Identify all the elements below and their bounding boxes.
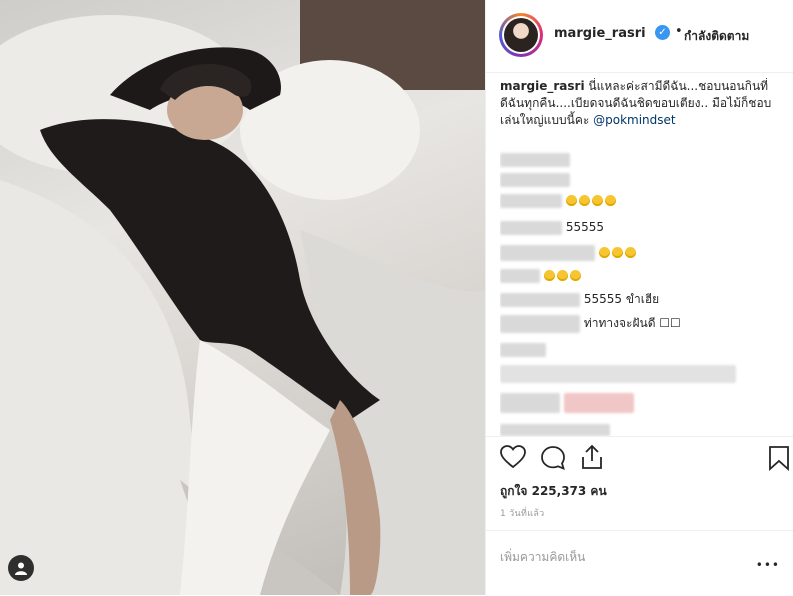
emoji-group [598, 245, 638, 259]
blurred-username [500, 423, 610, 436]
comment-icon[interactable] [540, 445, 566, 471]
blurred-username [500, 244, 595, 261]
following-button[interactable]: กำลังติดตาม [684, 27, 749, 46]
caption-mention[interactable]: @pokmindset [593, 113, 676, 127]
comments-list[interactable]: margie_rasri นี่แหละค่ะสามีดีฉัน...ชอบนอ… [500, 78, 784, 436]
comment-row [500, 150, 570, 168]
comment-row: 55555 ขำเฮีย [500, 290, 659, 308]
blurred-username [500, 152, 570, 167]
user-tag-button[interactable] [8, 555, 34, 581]
share-icon[interactable] [580, 443, 604, 471]
post-header: margie_rasri ✓ • กำลังติดตาม [486, 0, 793, 73]
post-actions: ถูกใจ 225,373 คน 1 วันที่แล้ว [486, 436, 793, 537]
instagram-post: margie_rasri ✓ • กำลังติดตาม margie_rasr… [0, 0, 793, 595]
comment-row [500, 420, 610, 436]
post-timestamp[interactable]: 1 วันที่แล้ว [500, 506, 545, 520]
blurred-username [500, 193, 562, 208]
blurred-username [500, 314, 580, 333]
comment-row [500, 266, 583, 284]
add-comment-section: เพิ่มความคิดเห็น ••• [486, 530, 793, 596]
caption-username[interactable]: margie_rasri [500, 79, 585, 93]
comment-text: 55555 ขำเฮีย [583, 292, 660, 306]
emoji-group [565, 193, 618, 207]
comment-row: ท่าทางจะฝันดี ☐☐ [500, 314, 681, 333]
post-side-panel: margie_rasri ✓ • กำลังติดตาม margie_rasr… [485, 0, 793, 595]
blurred-username [500, 220, 562, 235]
comment-row: 55555 [500, 218, 604, 236]
bookmark-icon[interactable] [768, 445, 790, 471]
post-photo[interactable] [0, 0, 485, 595]
heart-icon[interactable] [500, 445, 526, 469]
likes-count[interactable]: ถูกใจ 225,373 คน [500, 482, 607, 501]
comment-row [500, 364, 736, 383]
avatar-ring [502, 16, 540, 54]
comment-row [500, 243, 638, 261]
avatar[interactable] [499, 13, 543, 57]
blurred-username [500, 172, 570, 187]
separator-dot: • [675, 24, 683, 39]
more-options-button[interactable]: ••• [756, 558, 780, 572]
verified-badge-icon: ✓ [655, 25, 670, 40]
comment-text: 55555 [565, 220, 605, 234]
comment-row [500, 170, 570, 188]
emoji-group [543, 268, 583, 282]
comment-row [500, 340, 546, 358]
blurred-username [500, 292, 580, 307]
blurred-username [500, 393, 560, 413]
username-link[interactable]: margie_rasri [554, 26, 646, 41]
blurred-comment [500, 364, 736, 383]
blurred-username [500, 342, 546, 357]
comment-input[interactable]: เพิ่มความคิดเห็น [500, 548, 585, 567]
avatar-image [504, 18, 538, 52]
comment-row [500, 191, 618, 209]
blurred-comment [563, 393, 634, 413]
caption: margie_rasri นี่แหละค่ะสามีดีฉัน...ชอบนอ… [500, 78, 784, 129]
comment-text: ท่าทางจะฝันดี ☐☐ [583, 316, 681, 330]
photo-illustration [0, 0, 485, 595]
blurred-username [500, 268, 540, 283]
comment-row [500, 393, 634, 413]
user-tag-icon [15, 562, 27, 575]
